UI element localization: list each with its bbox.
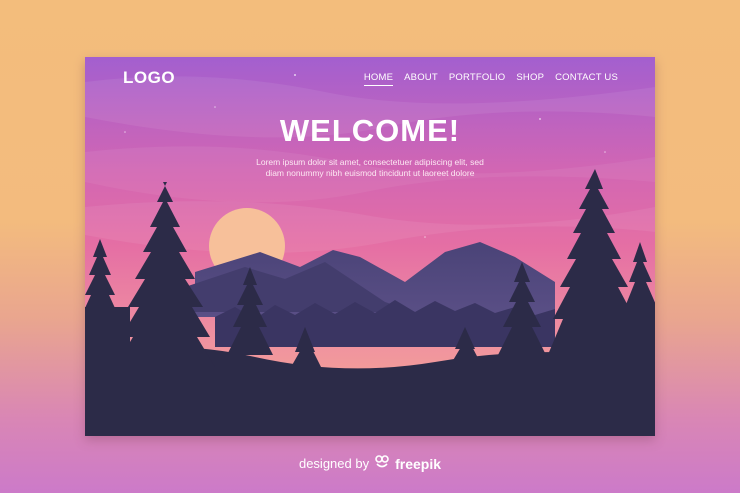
landing-page-frame: LOGO HOME ABOUT PORTFOLIO SHOP CONTACT U… bbox=[85, 57, 655, 436]
hero-title: WELCOME! bbox=[279, 113, 461, 148]
hero-description-line-2: diam nonummy nibh euismod tincidunt ut l… bbox=[265, 168, 475, 178]
designer-credit: designed by freepik bbox=[0, 455, 740, 472]
hero-description: Lorem ipsum dolor sit amet, consectetuer… bbox=[245, 157, 495, 179]
nav-contact-us[interactable]: CONTACT US bbox=[555, 72, 618, 86]
freepik-icon bbox=[374, 455, 390, 472]
credit-text: designed by bbox=[298, 456, 370, 471]
nav-home[interactable]: HOME bbox=[363, 72, 394, 86]
nav-portfolio[interactable]: PORTFOLIO bbox=[449, 72, 506, 86]
hero-description-line-1: Lorem ipsum dolor sit amet, consectetuer… bbox=[256, 157, 484, 167]
site-logo[interactable]: LOGO bbox=[123, 68, 175, 88]
nav-about[interactable]: ABOUT bbox=[404, 72, 438, 86]
main-navigation: HOME ABOUT PORTFOLIO SHOP CONTACT US bbox=[363, 72, 618, 86]
nav-shop[interactable]: SHOP bbox=[516, 72, 544, 86]
credit-brand[interactable]: freepik bbox=[395, 456, 441, 472]
